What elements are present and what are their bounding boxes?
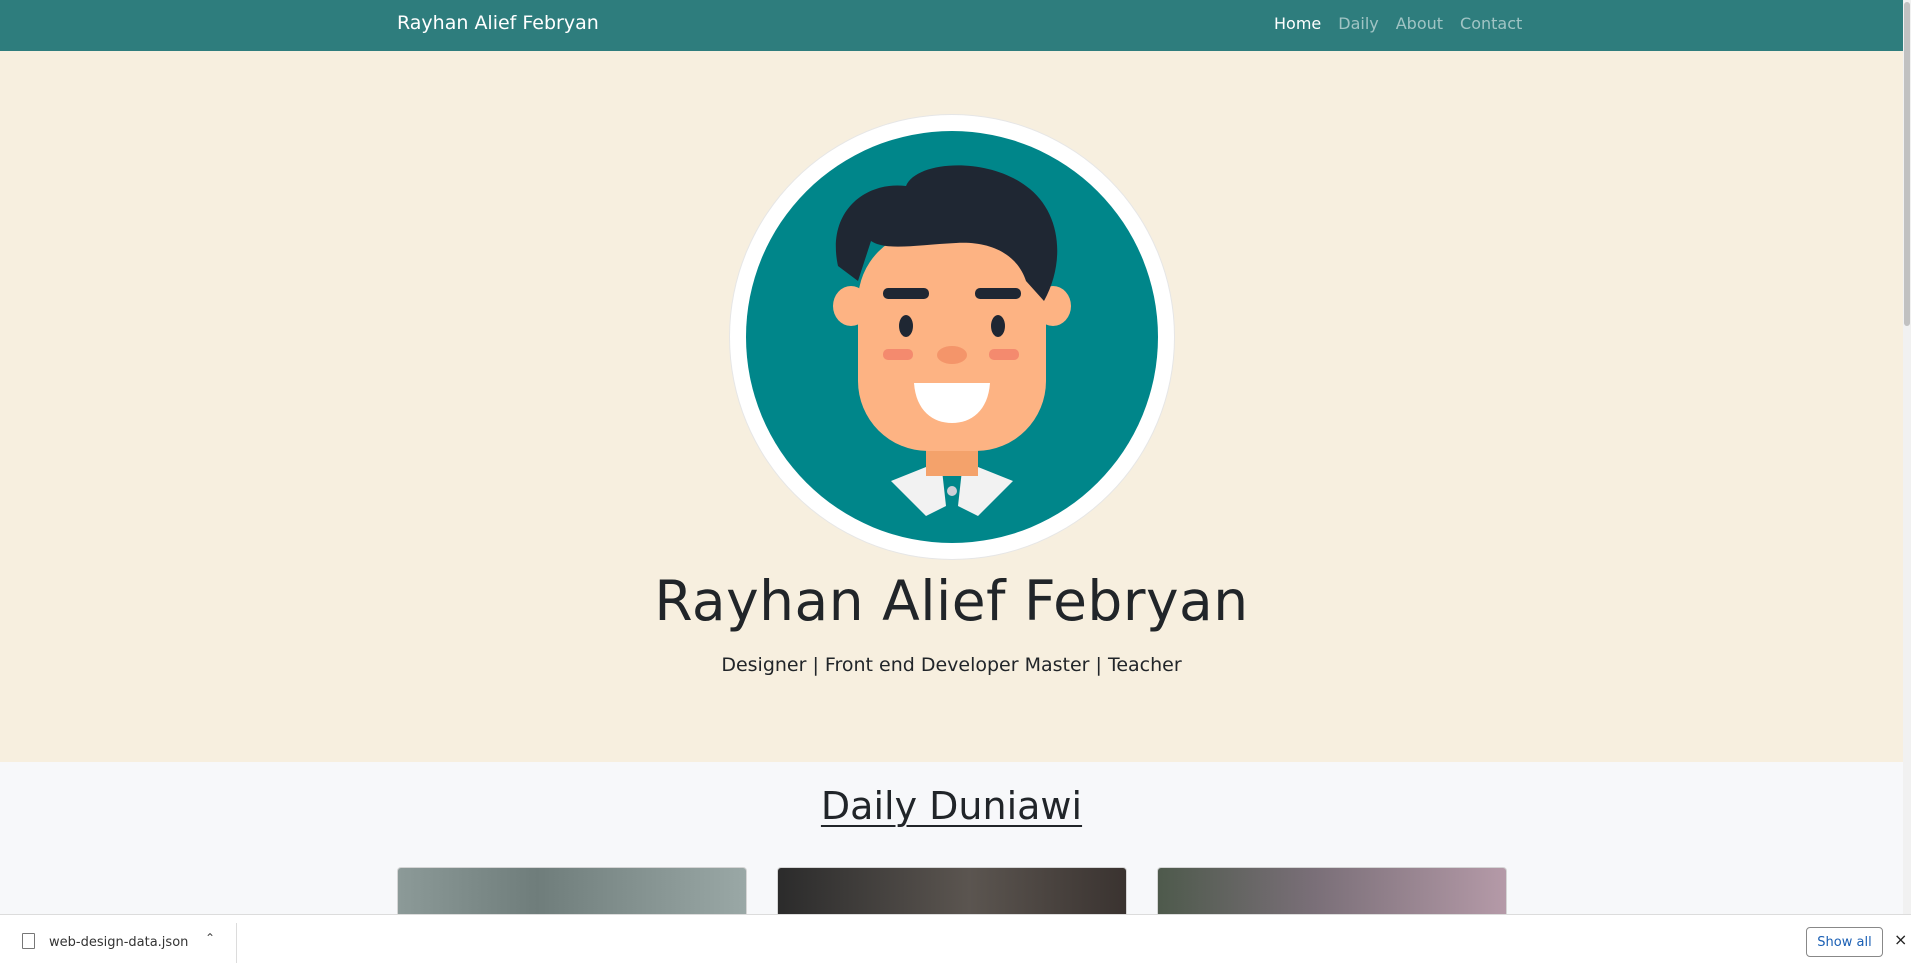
navbar-brand[interactable]: Rayhan Alief Febryan	[397, 12, 599, 34]
daily-section-title: Daily Duniawi	[820, 784, 1083, 828]
nav-link-about[interactable]: About	[1396, 14, 1443, 33]
page-scrollbar[interactable]	[1903, 0, 1911, 914]
hero-section: Rayhan Alief Febryan Designer | Front en…	[0, 51, 1903, 762]
daily-card-image-3[interactable]	[1157, 867, 1507, 915]
nav-link-home[interactable]: Home	[1274, 14, 1321, 33]
daily-card-image-2[interactable]	[777, 867, 1127, 915]
scrollbar-thumb[interactable]	[1904, 2, 1910, 326]
chevron-up-icon[interactable]: ⌃	[205, 931, 215, 945]
close-icon[interactable]: ×	[1894, 930, 1907, 949]
nav-links: Home Daily About Contact	[1274, 14, 1522, 33]
nav-link-contact[interactable]: Contact	[1460, 14, 1522, 33]
file-icon	[22, 933, 35, 949]
daily-card-image-1[interactable]	[397, 867, 747, 915]
hero-title: Rayhan Alief Febryan	[654, 569, 1249, 633]
navbar: Rayhan Alief Febryan Home Daily About Co…	[0, 0, 1903, 51]
download-file-name[interactable]: web-design-data.json	[49, 935, 188, 950]
cartoon-boy-avatar-icon	[746, 131, 1158, 543]
hero-subtitle: Designer | Front end Developer Master | …	[721, 654, 1182, 676]
divider	[236, 923, 237, 963]
download-bar: web-design-data.json ⌃ Show all ×	[0, 914, 1911, 971]
nav-link-daily[interactable]: Daily	[1338, 14, 1378, 33]
avatar	[730, 115, 1174, 559]
show-all-button[interactable]: Show all	[1806, 927, 1883, 957]
daily-section: Daily Duniawi	[0, 762, 1903, 915]
